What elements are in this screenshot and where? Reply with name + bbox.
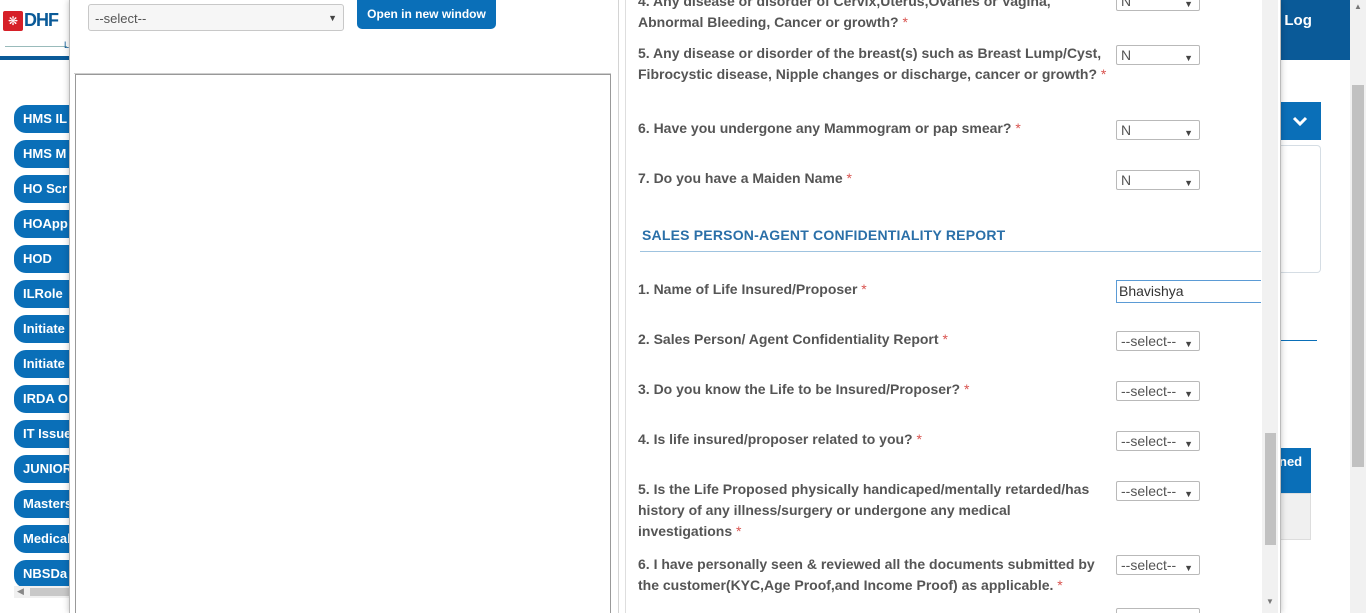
document-review-modal: --select-- ▼ Open in new window 4. Any d… [69,0,1281,613]
chevron-down-icon [1292,116,1308,127]
form-vertical-scrollbar[interactable]: ▼ [1262,0,1278,613]
scrollbar-thumb[interactable] [30,588,70,596]
answer-select[interactable] [1116,608,1200,613]
required-marker: * [902,14,908,30]
question-label: 4. Is life insured/proposer related to y… [638,431,922,447]
answer-select[interactable]: --select-- ▼ [1116,431,1200,451]
background-blue-box-label: ned [1279,454,1303,469]
chevron-down-icon: ▼ [1184,178,1193,188]
required-marker: * [861,281,867,297]
scroll-up-icon[interactable]: ▲ [1354,2,1362,11]
question-label: 5. Is the Life Proposed physically handi… [638,481,1090,539]
background-divider [1279,340,1317,341]
open-in-new-window-button[interactable]: Open in new window [357,0,496,29]
question-label: 4. Any disease or disorder of Cervix,Ute… [638,0,1051,30]
answer-select[interactable]: N ▼ [1116,45,1200,65]
chevron-down-icon: ▼ [1184,128,1193,138]
background-panel-box [1279,145,1321,273]
required-marker: * [942,331,948,347]
sidebar-horizontal-scrollbar[interactable]: ◀ [14,586,70,598]
chevron-down-icon: ▼ [1184,53,1193,63]
logo-mark-icon: ❋ [3,10,23,31]
section-title: SALES PERSON-AGENT CONFIDENTIALITY REPOR… [642,227,1006,243]
question-label: 6. I have personally seen & reviewed all… [638,556,1095,593]
document-viewer[interactable] [75,74,611,613]
chevron-down-icon: ▼ [1184,563,1193,573]
question-label: 6. Have you undergone any Mammogram or p… [638,120,1021,136]
question-label: 7. Do you have a Maiden Name * [638,170,852,186]
scroll-left-icon[interactable]: ◀ [17,586,24,597]
answer-select[interactable]: N ▼ [1116,0,1200,11]
chevron-down-icon: ▼ [1184,0,1193,9]
required-marker: * [736,523,742,539]
answer-select[interactable]: --select-- ▼ [1116,481,1200,501]
document-select-value: --select-- [95,11,147,26]
scroll-down-icon[interactable]: ▼ [1266,597,1274,606]
answer-select[interactable]: N ▼ [1116,120,1200,140]
chevron-down-icon: ▼ [1184,339,1193,349]
question-label: 3. Do you know the Life to be Insured/Pr… [638,381,970,397]
page-vertical-scrollbar[interactable]: ▲ [1350,0,1366,613]
question-label: 5. Any disease or disorder of the breast… [638,45,1107,82]
chevron-down-icon: ▼ [1184,389,1193,399]
chevron-down-icon: ▼ [1184,489,1193,499]
required-marker: * [1015,120,1021,136]
background-grey-box [1279,493,1311,540]
required-marker: * [1100,66,1107,82]
required-marker: * [1057,577,1063,593]
document-toolbar: --select-- ▼ Open in new window [74,0,611,74]
answer-select[interactable]: --select-- ▼ [1116,381,1200,401]
required-marker: * [916,431,922,447]
required-marker: * [846,170,852,186]
insured-name-input[interactable]: Bhavishya [1116,280,1261,303]
document-select[interactable]: --select-- ▼ [88,4,344,31]
logout-link[interactable]: | Log [1276,12,1312,29]
background-blue-box: ned [1279,448,1311,493]
answer-select[interactable]: --select-- ▼ [1116,555,1200,575]
logo-text: DHF [24,10,59,30]
form-content: 4. Any disease or disorder of Cervix,Ute… [625,0,1261,613]
chevron-down-icon: ▼ [1184,439,1193,449]
panel-collapse-toggle[interactable] [1279,102,1321,140]
question-label: 1. Name of Life Insured/Proposer * [638,281,867,297]
answer-select[interactable]: N ▼ [1116,170,1200,190]
scrollbar-thumb[interactable] [1265,433,1276,545]
question-label: 2. Sales Person/ Agent Confidentiality R… [638,331,948,347]
answer-select[interactable]: --select-- ▼ [1116,331,1200,351]
scrollbar-thumb[interactable] [1352,85,1364,467]
company-logo: ❋ DHF [3,10,59,31]
form-pane: 4. Any disease or disorder of Cervix,Ute… [618,0,1261,613]
chevron-down-icon: ▼ [328,13,337,23]
section-divider [640,251,1261,252]
logo-underline [5,46,67,47]
required-marker: * [963,381,970,397]
